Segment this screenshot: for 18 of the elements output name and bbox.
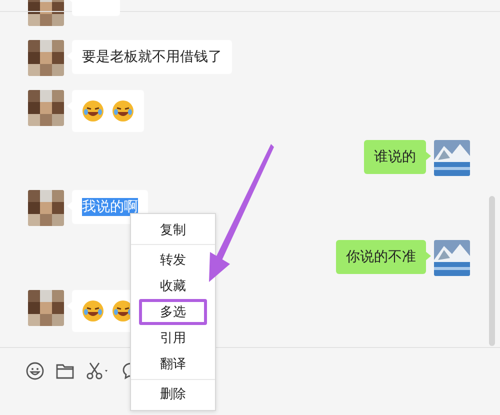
emoji-icon[interactable] <box>26 362 44 380</box>
message-text: 你说的不准 <box>346 248 416 266</box>
message-text: 我说的啊 <box>82 198 138 216</box>
scrollbar[interactable] <box>489 196 495 346</box>
menu-item[interactable]: 转发 <box>139 247 207 273</box>
laughing-emoji-icon <box>112 100 134 122</box>
menu-item[interactable]: 引用 <box>139 325 207 351</box>
menu-item[interactable]: 复制 <box>139 218 207 242</box>
message-text: 要是老板就不用借钱了 <box>82 48 222 66</box>
laughing-emoji-icon <box>82 100 104 122</box>
menu-item[interactable]: 删除 <box>139 382 207 406</box>
menu-item[interactable]: 多选 <box>139 299 207 325</box>
menu-item[interactable]: 翻译 <box>139 351 207 377</box>
menu-item[interactable]: 收藏 <box>139 273 207 299</box>
folder-icon[interactable] <box>56 363 74 379</box>
scissors-icon[interactable] <box>86 362 110 380</box>
laughing-emoji-icon <box>82 300 104 322</box>
message-text: 谁说的 <box>374 148 416 166</box>
